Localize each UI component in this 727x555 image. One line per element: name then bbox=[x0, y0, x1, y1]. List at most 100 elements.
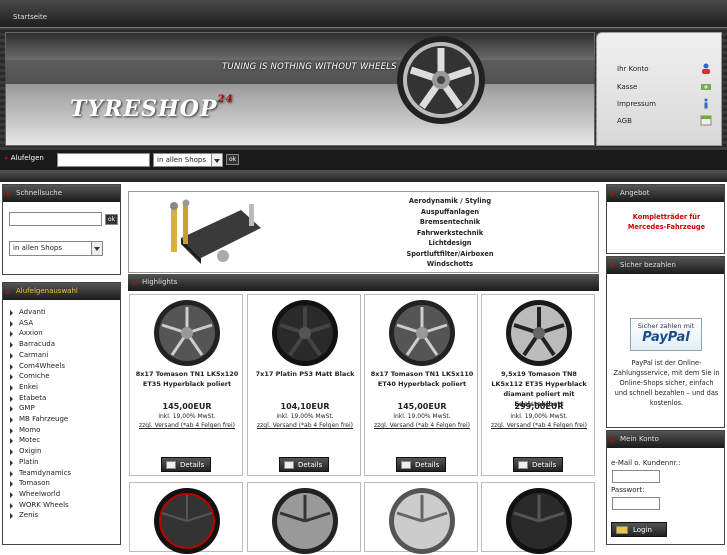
category-link[interactable]: Auspuffanlagen bbox=[375, 208, 525, 216]
details-button[interactable]: Details bbox=[513, 457, 563, 472]
paypal-badge[interactable]: Sicher zahlen mit PayPal bbox=[630, 318, 702, 351]
impressum-link[interactable]: Impressum bbox=[617, 98, 712, 109]
password-field[interactable] bbox=[612, 497, 660, 510]
product-price: 299,00EUR bbox=[514, 402, 564, 411]
document-icon bbox=[700, 115, 712, 126]
offer-link[interactable]: Kompletträder für Mercedes-Fahrzeuge bbox=[613, 212, 720, 232]
slogan: TUNING IS NOTHING WITHOUT WHEELS bbox=[222, 62, 397, 72]
list-item[interactable]: Motec bbox=[8, 435, 120, 446]
category-link[interactable]: Bremsentechnik bbox=[375, 218, 525, 226]
list-item[interactable]: Com4Wheels bbox=[8, 361, 120, 372]
password-label: Passwort: bbox=[611, 486, 645, 494]
manufacturer-list: Advanti ASA Axxion Barracuda Carmani Com… bbox=[3, 300, 120, 521]
product-card: 8x17 Tomason TN1 LK5x120 ET35 Hyperblack… bbox=[129, 294, 243, 476]
product-price: 104,10EUR bbox=[280, 402, 330, 411]
payment-box: Sicher bezahlen Sicher zahlen mit PayPal… bbox=[606, 256, 725, 428]
list-item[interactable]: WORK Wheels bbox=[8, 500, 120, 511]
account-link[interactable]: Ihr Konto bbox=[617, 63, 712, 74]
list-item[interactable]: Zenis bbox=[8, 510, 120, 521]
site-logo[interactable]: TYRESHOP24 bbox=[70, 94, 233, 122]
wheel-image[interactable] bbox=[387, 299, 457, 367]
search-shop-select[interactable]: in allen Shops bbox=[153, 153, 223, 167]
agb-link[interactable]: AGB bbox=[617, 115, 712, 126]
details-icon bbox=[518, 461, 528, 469]
list-item[interactable]: Advanti bbox=[8, 307, 120, 318]
details-icon bbox=[401, 461, 411, 469]
cash-icon bbox=[701, 84, 711, 90]
search-ok-button[interactable]: ok bbox=[226, 154, 240, 165]
shipping-link[interactable]: zzgl. Versand (*ab 4 Felgen frei) bbox=[130, 422, 244, 429]
list-item[interactable]: Teamdynamics bbox=[8, 468, 120, 479]
category-link[interactable]: Fahrwerkstechnik bbox=[375, 229, 525, 237]
product-price: 145,00EUR bbox=[162, 402, 212, 411]
product-price: 145,00EUR bbox=[397, 402, 447, 411]
search-input[interactable] bbox=[57, 153, 150, 167]
product-title[interactable]: 8x17 Tomason TN1 LK5x120 ET35 Hyperblack… bbox=[133, 369, 241, 389]
breadcrumb[interactable]: Startseite bbox=[13, 13, 47, 21]
quicksearch-shop-select[interactable]: in allen Shops bbox=[9, 241, 103, 256]
chevron-down-icon bbox=[211, 154, 222, 166]
product-tax: inkl. 19,00% MwSt. bbox=[158, 413, 216, 420]
list-item[interactable]: Wheelworld bbox=[8, 489, 120, 500]
list-item[interactable]: Etabeta bbox=[8, 393, 120, 404]
chevron-down-icon bbox=[91, 242, 102, 255]
product-title[interactable]: 8x17 Tomason TN1 LK5x110 ET40 Hyperblack… bbox=[368, 369, 476, 389]
wheel-image[interactable] bbox=[152, 299, 222, 367]
product-title[interactable]: 7x17 Platin P53 Matt Black bbox=[251, 369, 359, 379]
quicksearch-title: Schnellsuche bbox=[3, 185, 120, 202]
quicksearch-box: Schnellsuche ok in allen Shops bbox=[2, 184, 121, 275]
shipping-link[interactable]: zzgl. Versand (*ab 4 Felgen frei) bbox=[365, 422, 479, 429]
list-item[interactable]: Barracuda bbox=[8, 339, 120, 350]
manufacturer-box: Alufelgenauswahl Advanti ASA Axxion Barr… bbox=[2, 282, 121, 545]
header-wheel-image bbox=[397, 36, 485, 124]
product-card bbox=[364, 482, 478, 554]
list-item[interactable]: Carmani bbox=[8, 350, 120, 361]
payment-title: Sicher bezahlen bbox=[607, 257, 724, 274]
account-menu: Ihr Konto Kasse Impressum AGB bbox=[596, 32, 722, 146]
list-item[interactable]: Oxigin bbox=[8, 446, 120, 457]
list-item[interactable]: Momo bbox=[8, 425, 120, 436]
list-item[interactable]: Platin bbox=[8, 457, 120, 468]
tuning-parts-image bbox=[170, 199, 261, 264]
list-item[interactable]: ASA bbox=[8, 318, 120, 329]
search-label: ▸ Alufelgen bbox=[5, 154, 44, 162]
cart-link[interactable]: Kasse bbox=[617, 83, 712, 91]
list-item[interactable]: Tomason bbox=[8, 478, 120, 489]
category-link[interactable]: Sportluftfilter/Airboxen bbox=[375, 250, 525, 258]
top-bar: Startseite bbox=[0, 0, 727, 28]
details-button[interactable]: Details bbox=[279, 457, 329, 472]
product-card: 8x17 Tomason TN1 LK5x110 ET40 Hyperblack… bbox=[364, 294, 478, 476]
list-item[interactable]: GMP bbox=[8, 403, 120, 414]
category-link[interactable]: Windschotts bbox=[375, 260, 525, 268]
product-tax: inkl. 19,00% MwSt. bbox=[510, 413, 568, 420]
quicksearch-input[interactable] bbox=[9, 212, 102, 226]
product-card bbox=[481, 482, 595, 554]
category-link[interactable]: Aerodynamik / Styling bbox=[375, 197, 525, 205]
list-item[interactable]: MB Fahrzeuge bbox=[8, 414, 120, 425]
email-label: e-Mail o. Kundennr.: bbox=[611, 459, 681, 467]
key-icon bbox=[616, 526, 628, 534]
shipping-link[interactable]: zzgl. Versand (*ab 4 Felgen frei) bbox=[482, 422, 596, 429]
email-field[interactable] bbox=[612, 470, 660, 483]
details-button[interactable]: Details bbox=[396, 457, 446, 472]
wheel-image[interactable] bbox=[504, 299, 574, 367]
list-item[interactable]: Axxion bbox=[8, 328, 120, 339]
search-bar: ▸ Alufelgen in allen Shops ok bbox=[0, 150, 727, 170]
product-card bbox=[247, 482, 361, 554]
list-item[interactable]: Comiche bbox=[8, 371, 120, 382]
wheel-image[interactable] bbox=[270, 299, 340, 367]
header: TUNING IS NOTHING WITHOUT WHEELS TYRESHO… bbox=[0, 28, 727, 150]
payment-text: PayPal ist der Online-Zahlungsservice, m… bbox=[613, 359, 720, 407]
info-icon bbox=[704, 98, 708, 109]
product-card: 7x17 Platin P53 Matt Black 104,10EUR ink… bbox=[247, 294, 361, 476]
list-item[interactable]: Enkei bbox=[8, 382, 120, 393]
product-card: 9,5x19 Tomason TN8 LK5x112 ET35 Hyperbla… bbox=[481, 294, 595, 476]
details-button[interactable]: Details bbox=[161, 457, 211, 472]
quicksearch-ok-button[interactable]: ok bbox=[105, 214, 119, 225]
shipping-link[interactable]: zzgl. Versand (*ab 4 Felgen frei) bbox=[248, 422, 362, 429]
login-button[interactable]: Login bbox=[611, 522, 667, 537]
highlights-title: Highlights bbox=[128, 274, 599, 291]
user-icon bbox=[702, 63, 710, 74]
offer-title: Angebot bbox=[607, 185, 724, 202]
category-link[interactable]: Lichtdesign bbox=[375, 239, 525, 247]
